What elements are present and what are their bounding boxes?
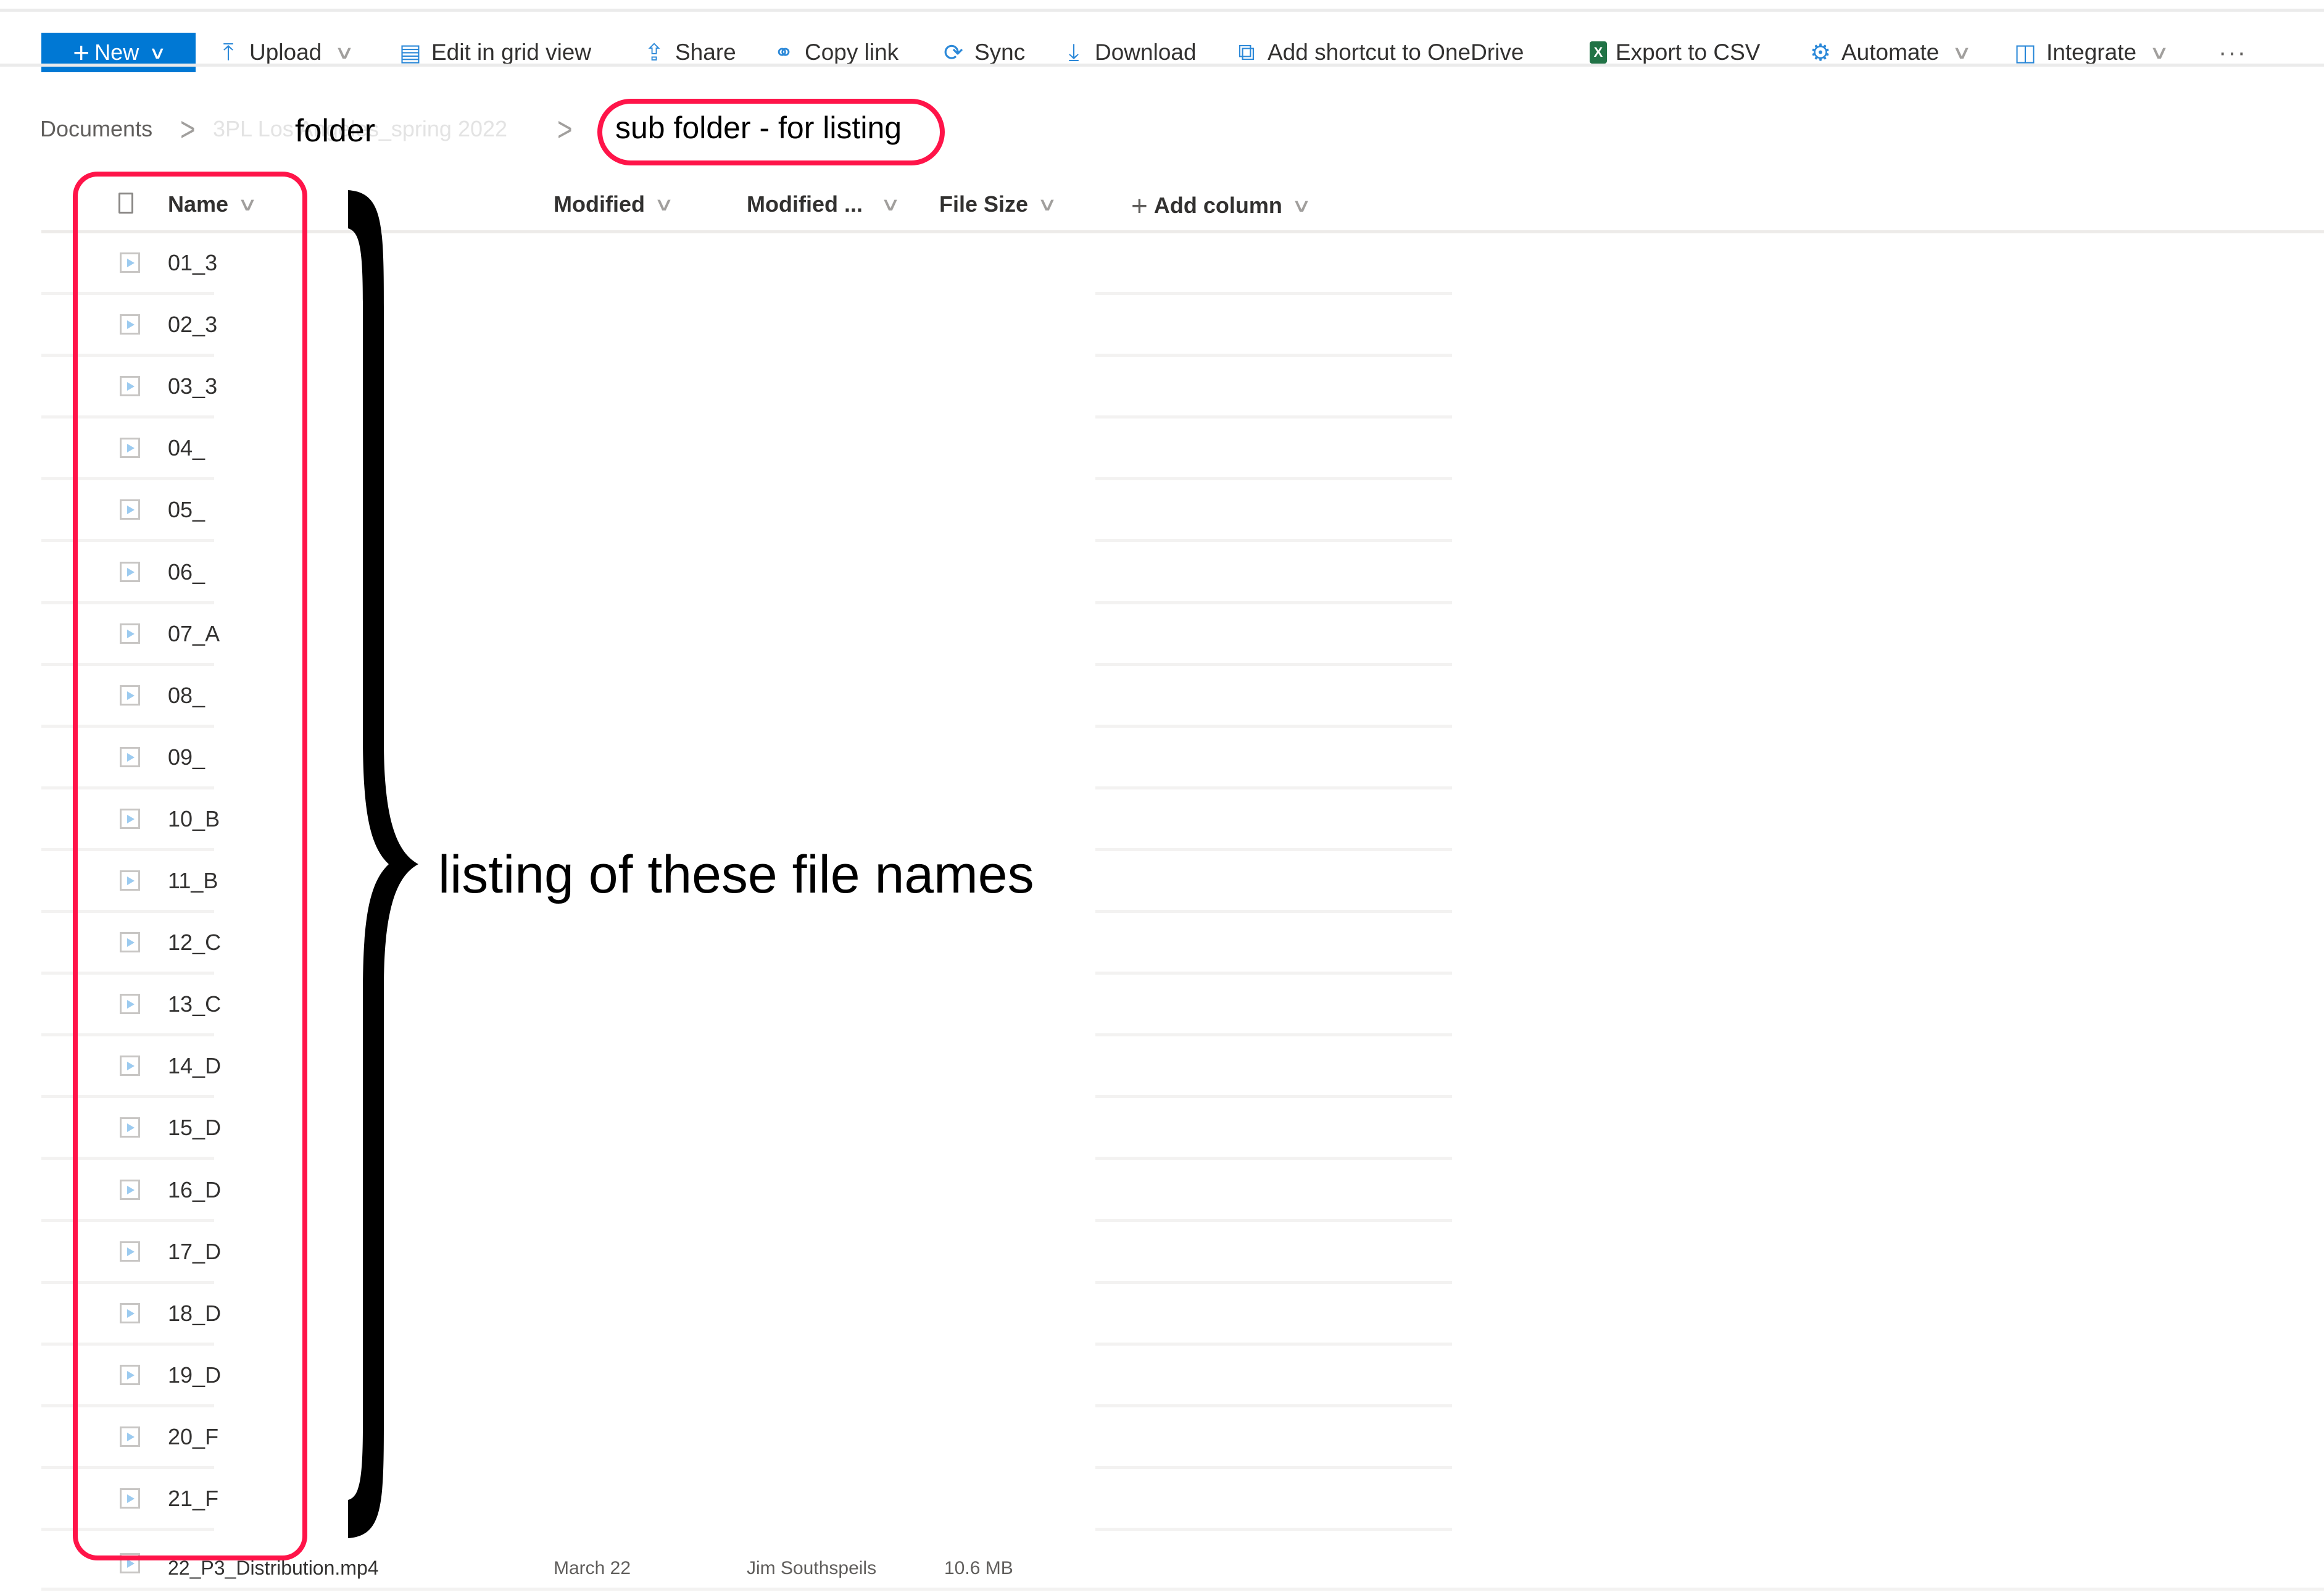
column-header-file-size[interactable]: File Size ∨: [939, 191, 1058, 217]
command-bar: + New ∨ ⤒ Upload ∨ ▤ Edit in grid view ⇪ Share…: [0, 12, 2324, 72]
annotation-name-column-highlight: [73, 172, 307, 1560]
share-icon: ⇪: [644, 40, 664, 66]
toolbar-item-label: Download: [1095, 40, 1197, 65]
row-divider: [1095, 539, 1452, 542]
chevron-down-icon: ∨: [1951, 42, 1972, 63]
chevron-down-icon: ∨: [2149, 42, 2170, 63]
toolbar-item-label: Sync: [974, 40, 1026, 65]
chevron-down-icon: ∨: [149, 43, 167, 62]
upload-icon: ⤒: [223, 39, 234, 65]
breadcrumb-documents[interactable]: Documents: [40, 116, 152, 142]
file-modified-by: Jim Southspeils: [747, 1558, 877, 1578]
annotation-listing-label: listing of these file names: [438, 845, 1034, 904]
add-column-button[interactable]: + Add column ∨: [1131, 189, 1312, 222]
toolbar-top-border: [0, 9, 2324, 12]
excel-icon: X: [1590, 41, 1607, 64]
annotation-current-folder-highlight: [597, 99, 945, 165]
toolbar-item-label: Copy link: [805, 40, 899, 65]
column-header-modified-label: Modified: [554, 191, 645, 217]
toolbar-item-label: Share: [675, 40, 736, 65]
breadcrumb-chevron-icon: >: [557, 110, 573, 148]
sync-icon: ⟳: [944, 40, 963, 66]
add-column-label: Add column: [1153, 193, 1282, 218]
toolbar-bottom-border: [0, 64, 2324, 67]
row-divider: [41, 1588, 2324, 1591]
toolbar-item-label: Automate: [1841, 40, 1940, 65]
plus-icon: +: [1131, 189, 1148, 222]
link-icon: ⚭: [774, 40, 794, 66]
chevron-down-icon: ∨: [1037, 194, 1058, 215]
chevron-down-icon: ∨: [880, 194, 901, 215]
grid-view-icon: ▤: [399, 40, 421, 66]
column-header-modified-by[interactable]: Modified ... ∨: [747, 191, 901, 217]
toolbar-item-label: Integrate: [2046, 40, 2137, 65]
download-icon: ⤓: [1068, 39, 1079, 65]
chevron-down-icon: ∨: [1291, 195, 1312, 216]
breadcrumb-chevron-icon: >: [180, 110, 196, 148]
plus-icon: +: [73, 36, 90, 69]
annotation-curly-brace: [348, 190, 418, 1538]
column-header-modified[interactable]: Modified ∨: [554, 191, 674, 217]
toolbar-item-label: Add shortcut to OneDrive: [1268, 40, 1524, 65]
new-button-label: New: [94, 40, 139, 65]
file-size: 10.6 MB: [944, 1558, 1013, 1578]
onedrive-shortcut-icon: ⧉: [1238, 39, 1255, 65]
column-header-modified-by-label: Modified ...: [747, 191, 863, 217]
toolbar-item-label: Export to CSV: [1616, 40, 1761, 65]
toolbar-item-label: Upload: [249, 40, 322, 65]
curly-brace-shape: [348, 190, 418, 1538]
chevron-down-icon: ∨: [654, 194, 674, 215]
automate-icon: ⚙: [1809, 40, 1832, 66]
row-divider: [1095, 1157, 1452, 1160]
annotation-folder-label: folder: [295, 113, 376, 149]
integrate-icon: ◫: [2014, 40, 2036, 66]
file-modified: March 22: [554, 1558, 631, 1578]
toolbar-item-label: Edit in grid view: [431, 40, 592, 65]
column-header-file-size-label: File Size: [939, 191, 1029, 217]
chevron-down-icon: ∨: [334, 42, 355, 63]
